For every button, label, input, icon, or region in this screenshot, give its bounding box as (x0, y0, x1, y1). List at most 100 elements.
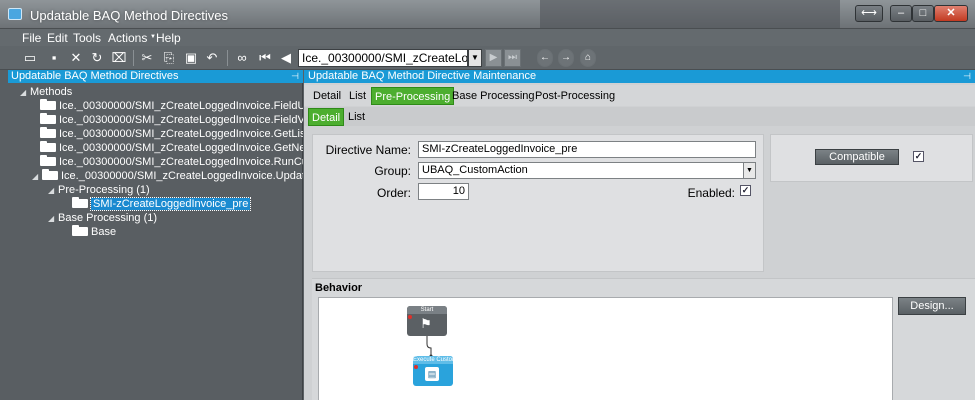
last-record-icon[interactable]: ⏭ (504, 49, 521, 67)
copy-icon[interactable]: ⎘ (161, 50, 177, 66)
chevron-down-icon[interactable]: ▼ (468, 49, 482, 67)
flag-icon: ⚑ (420, 316, 432, 331)
tree-node-method[interactable]: Ice._00300000/SMI_zCreateLoggedInvoice.G… (40, 141, 303, 155)
collapse-icon[interactable]: ◢ (20, 86, 30, 99)
menu-help[interactable]: Help (156, 31, 181, 45)
folder-icon (40, 141, 56, 152)
next-record-icon[interactable]: ▶ (485, 49, 502, 67)
undo-icon[interactable]: ↶ (204, 50, 220, 66)
enabled-checkbox[interactable]: ✓ (740, 185, 751, 196)
tree-node-label: Pre-Processing (1) (58, 184, 150, 196)
title-bar: Updatable BAQ Method Directives ⟷ – □ ✕ (0, 0, 975, 29)
collapse-icon[interactable]: ◢ (48, 212, 58, 225)
folder-icon (40, 127, 56, 138)
menu-actions[interactable]: Actions (108, 31, 147, 45)
main-tabs: Detail List Pre-Processing Base Processi… (304, 85, 975, 106)
tree-node-method[interactable]: Ice._00300000/SMI_zCreateLoggedInvoice.G… (40, 127, 303, 141)
menu-bar: File Edit Tools Actions ▼ Help (0, 29, 975, 46)
group-label: Group: (374, 164, 411, 178)
previous-record-icon[interactable]: ◀ (278, 50, 294, 66)
clear-icon[interactable]: ⌧ (111, 50, 127, 66)
maximize-button[interactable]: □ (912, 5, 934, 22)
workflow-connector (426, 336, 433, 358)
design-button[interactable]: Design... (898, 297, 966, 315)
subtab-list[interactable]: List (345, 108, 368, 126)
tree-panel-title: Updatable BAQ Method Directives (11, 70, 179, 82)
menu-edit[interactable]: Edit (47, 31, 68, 45)
tab-base-processing[interactable]: Base Processing (449, 87, 538, 105)
tree-node-label: Ice._00300000/SMI_zCreateLoggedInvoice.R… (59, 156, 303, 168)
tree-node-method[interactable]: Ice._00300000/SMI_zCreateLoggedInvoice.R… (40, 155, 303, 169)
close-button[interactable]: ✕ (934, 5, 968, 22)
paste-icon[interactable]: ▣ (183, 50, 199, 66)
tree-node-method-update[interactable]: ◢ Ice._00300000/SMI_zCreateLoggedInvoice.… (32, 169, 303, 183)
tree-node-pre-processing[interactable]: ◢ Pre-Processing (1) (48, 184, 150, 197)
connector-dot (408, 315, 412, 319)
directive-name-field[interactable]: SMI-zCreateLoggedInvoice_pre (418, 141, 756, 158)
collapse-icon[interactable]: ◢ (48, 184, 58, 197)
tree-node-base-processing[interactable]: ◢ Base Processing (1) (48, 212, 157, 225)
maintenance-panel: Updatable BAQ Method Directive Maintenan… (304, 70, 975, 400)
pin-icon[interactable]: ⊣ (291, 70, 299, 83)
toolbar-separator (133, 50, 134, 66)
app-window: Updatable BAQ Method Directives ⟷ – □ ✕ … (0, 0, 975, 400)
delete-icon[interactable]: ✕ (68, 50, 84, 66)
sub-tabs: Detail List (304, 107, 975, 126)
method-tree: ◢ Methods Ice._00300000/SMI_zCreateLogged… (0, 83, 303, 400)
refresh-icon[interactable]: ↻ (89, 50, 105, 66)
folder-icon (40, 99, 56, 110)
tree-node-label: SMI-zCreateLoggedInvoice_pre (89, 197, 252, 211)
cut-icon[interactable]: ✂ (139, 50, 155, 66)
tab-detail[interactable]: Detail (310, 87, 344, 105)
record-navigation-combo[interactable]: Ice._00300000/SMI_zCreateLoggedInvoice (298, 49, 468, 67)
forward-icon[interactable]: → (558, 49, 574, 67)
back-icon[interactable]: ← (537, 49, 553, 67)
group-select[interactable]: UBAQ_CustomAction (418, 162, 744, 179)
compatible-button[interactable]: Compatible (815, 149, 899, 165)
workflow-node-custom-code[interactable]: Execute Custom C ▤ (413, 356, 453, 386)
chevron-down-icon[interactable]: ▼ (743, 162, 756, 179)
workflow-canvas[interactable]: Start ⚑ Execute Custom C ▤ (318, 297, 893, 400)
tree-node-label: Ice._00300000/SMI_zCreateLoggedInvoice.G… (59, 142, 303, 154)
workflow-node-start[interactable]: Start ⚑ (407, 306, 447, 336)
tree-node-label: Ice._00300000/SMI_zCreateLoggedInvoice.U… (61, 170, 303, 182)
menu-file[interactable]: File (22, 31, 41, 45)
folder-icon (72, 197, 88, 208)
folder-icon (72, 225, 88, 236)
tree-panel: Updatable BAQ Method Directives ⊣ ◢ Metho… (0, 70, 303, 400)
tab-pre-processing[interactable]: Pre-Processing (371, 87, 455, 105)
tab-list[interactable]: List (346, 87, 369, 105)
order-field[interactable]: 10 (418, 183, 469, 200)
tab-post-processing[interactable]: Post-Processing (532, 87, 618, 105)
restore-icon[interactable]: ⟷ (855, 5, 883, 22)
tree-node-label: Ice._00300000/SMI_zCreateLoggedInvoice.F… (59, 114, 303, 126)
app-icon (8, 8, 22, 20)
binoculars-icon[interactable]: ∞ (234, 50, 250, 66)
first-record-icon[interactable]: ⏮ (257, 50, 273, 66)
tree-node-method[interactable]: Ice._00300000/SMI_zCreateLoggedInvoice.F… (40, 99, 303, 113)
pin-icon[interactable]: ⊣ (963, 70, 971, 83)
compatible-checkbox[interactable]: ✓ (913, 151, 924, 162)
tree-node-label: Base (91, 226, 117, 238)
tree-node-methods[interactable]: ◢ Methods (20, 86, 72, 99)
save-icon[interactable]: ▪ (46, 50, 62, 66)
behavior-section: Behavior Start ⚑ Execute Custom C ▤ Desi… (312, 278, 975, 400)
new-icon[interactable]: ▭ (22, 50, 38, 66)
menu-tools[interactable]: Tools (73, 31, 101, 45)
document-icon: ▤ (425, 367, 439, 381)
tree-node-method[interactable]: Ice._00300000/SMI_zCreateLoggedInvoice.F… (40, 113, 303, 127)
tree-node-label: Base Processing (1) (58, 212, 158, 224)
tree-node-base[interactable]: Base (72, 225, 117, 239)
minimize-button[interactable]: – (890, 5, 912, 22)
window-title: Updatable BAQ Method Directives (30, 8, 228, 23)
background-window-ghost (540, 0, 840, 28)
toolbar-separator (227, 50, 228, 66)
maintenance-panel-title: Updatable BAQ Method Directive Maintenan… (308, 70, 537, 82)
home-icon[interactable]: ⌂ (580, 49, 596, 67)
behavior-label: Behavior (315, 282, 363, 294)
tree-node-directive-selected[interactable]: SMI-zCreateLoggedInvoice_pre (72, 197, 252, 211)
subtab-detail[interactable]: Detail (308, 108, 345, 126)
folder-icon (42, 169, 58, 180)
folder-icon (40, 113, 56, 124)
collapse-icon[interactable]: ◢ (32, 170, 42, 183)
